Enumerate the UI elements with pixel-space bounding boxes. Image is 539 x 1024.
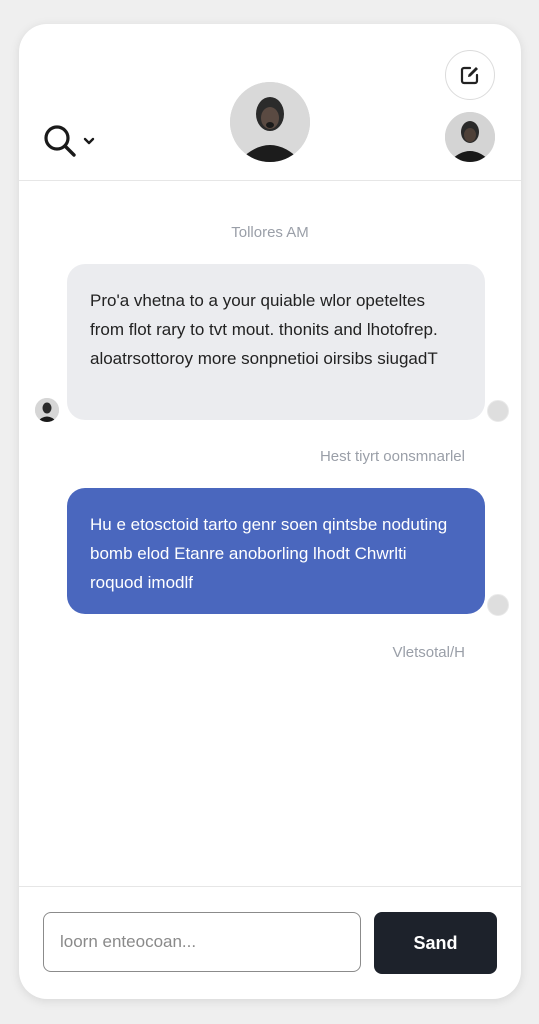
sender-avatar [35, 398, 59, 422]
chat-window: Tollores AM Pro'a vhetna to a your quiab… [19, 24, 521, 999]
chat-header [19, 24, 521, 181]
search-dropdown[interactable] [43, 124, 95, 158]
outgoing-message-bubble: Hu e etosctoid tarto genr soen qintsbe n… [67, 488, 485, 614]
message-timestamp: Hest tiyrt oonsmnarlel [319, 448, 465, 465]
send-button[interactable]: Sand [374, 912, 497, 974]
message-composer: Sand [19, 886, 521, 999]
incoming-message-bubble: Pro'a vhetna to a your quiable wlor opet… [67, 264, 485, 420]
read-receipt-icon [487, 400, 509, 422]
edit-icon [460, 66, 479, 85]
search-icon[interactable] [43, 124, 77, 158]
message-timestamp: Vletsotal/H [392, 644, 465, 661]
chevron-down-icon[interactable] [83, 136, 95, 146]
compose-button[interactable] [445, 50, 495, 100]
message-timestamp: Tollores AM [231, 224, 309, 241]
read-receipt-icon [487, 594, 509, 616]
contact-avatar[interactable] [230, 82, 310, 162]
user-avatar[interactable] [445, 112, 495, 162]
message-input[interactable] [43, 912, 361, 972]
